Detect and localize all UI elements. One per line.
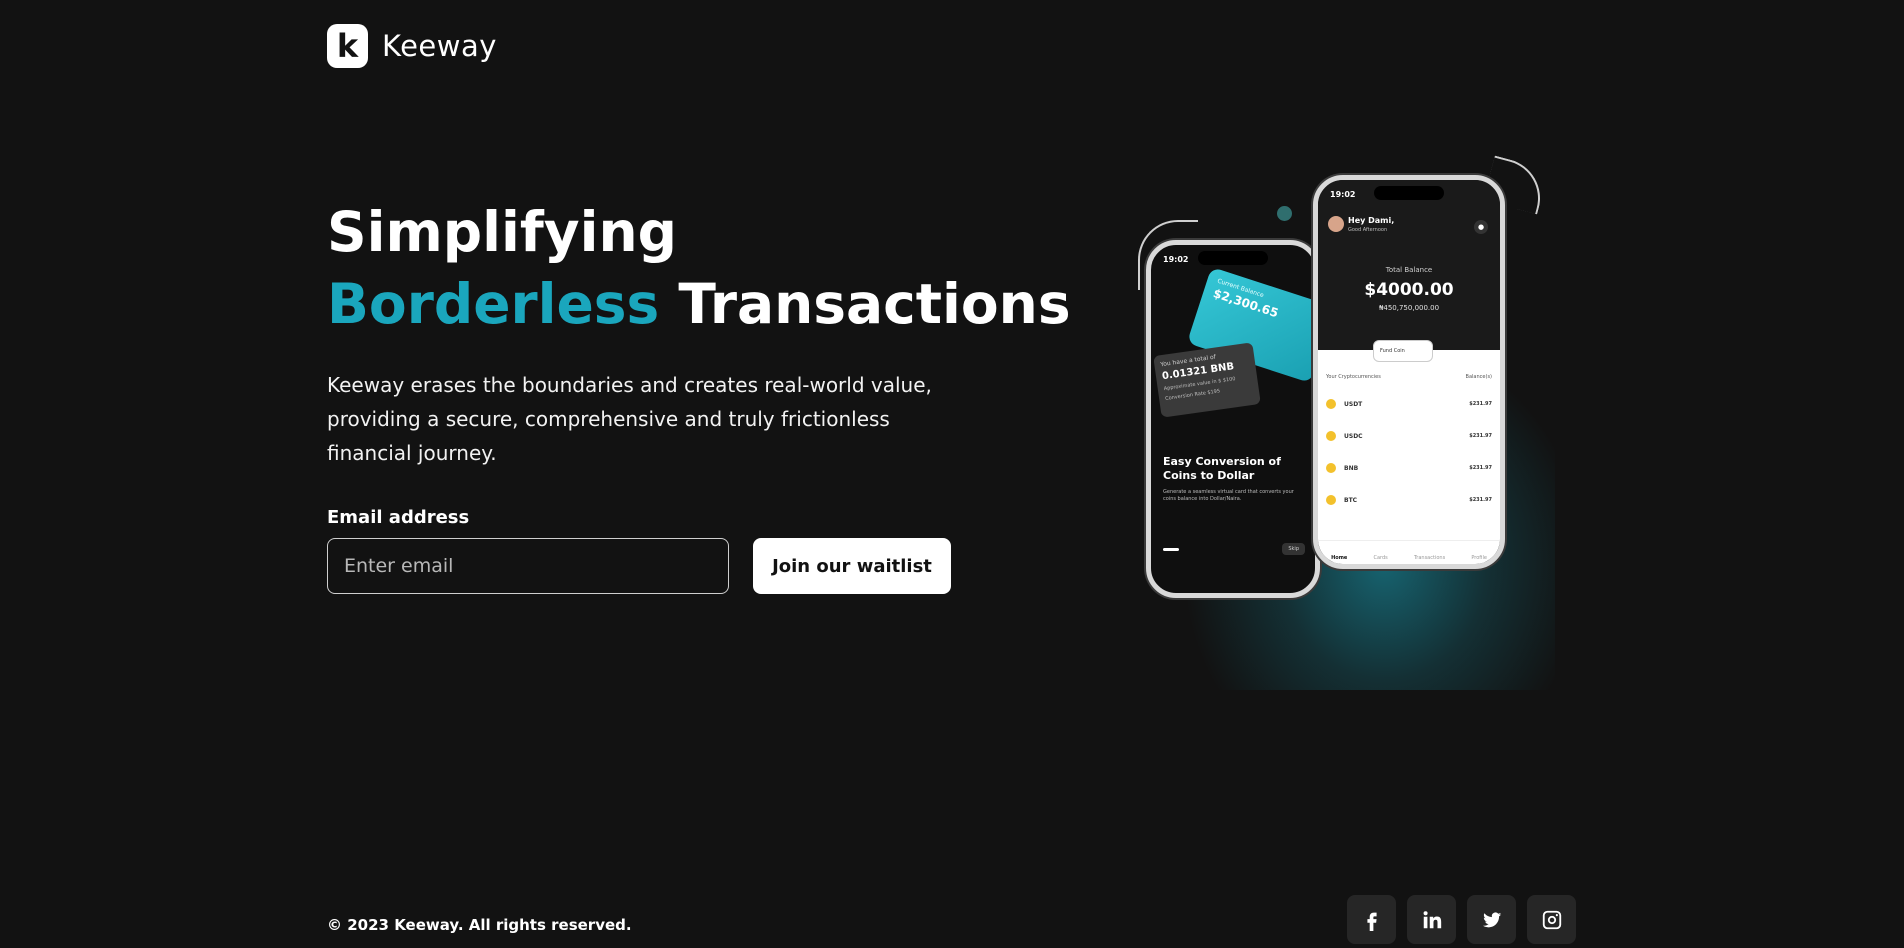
fund-coin-pill: Fund Coin (1373, 340, 1433, 362)
app-tabbar: Home Cards Transactions Profile (1318, 540, 1500, 564)
tab-cards: Cards (1373, 554, 1388, 561)
status-time: 19:02 (1163, 255, 1189, 264)
coin-name: USDT (1344, 400, 1363, 408)
greeting: Hey Dami, (1348, 216, 1395, 225)
tab-transactions: Transactions (1413, 554, 1446, 561)
coin-balance: $231.97 (1469, 433, 1492, 439)
list-item: USDC $231.97 (1326, 422, 1492, 450)
list-item: BTC $231.97 (1326, 486, 1492, 514)
coin-balance: $231.97 (1469, 401, 1492, 407)
coin-name: BTC (1344, 496, 1358, 504)
onboarding-subtext: Generate a seamless virtual card that co… (1163, 489, 1294, 502)
twitter-icon (1482, 911, 1501, 927)
instagram-icon (1542, 910, 1561, 929)
coin-icon (1326, 495, 1336, 505)
social-links (1347, 895, 1576, 944)
phone-notch (1198, 251, 1268, 265)
linkedin-icon (1423, 910, 1441, 928)
hero-description: Keeway erases the boundaries and creates… (327, 373, 932, 465)
coin-balance: $231.97 (1469, 497, 1492, 503)
coin-icon (1326, 463, 1336, 473)
balance-header: 19:02 Hey Dami, Good Afternoon ● Total B… (1318, 180, 1500, 350)
email-input[interactable] (327, 538, 729, 594)
phone-mockup-right: 19:02 Hey Dami, Good Afternoon ● Total B… (1313, 175, 1505, 569)
total-balance-label: Total Balance (1385, 266, 1433, 274)
status-time: 19:02 (1330, 190, 1356, 199)
linkedin-link[interactable] (1407, 895, 1456, 944)
tab-home: Home (1331, 554, 1348, 561)
avatar (1328, 216, 1344, 232)
crypto-list: Your Cryptocurrencies Balance(s) USDT $2… (1318, 350, 1500, 564)
copyright-text: © 2023 Keeway. All rights reserved. (327, 916, 632, 934)
coin-balance: $231.97 (1469, 465, 1492, 471)
tab-profile: Profile (1471, 554, 1487, 561)
bell-icon: ● (1474, 220, 1488, 234)
pagination-dots (1163, 548, 1179, 551)
app-illustration: 19:02 Current Balance $2,300.65 You have… (1120, 150, 1560, 710)
total-balance-value: $4000.00 (1364, 280, 1454, 300)
brand-name: Keeway (382, 29, 497, 63)
list-heading: Your Cryptocurrencies Balance(s) (1326, 374, 1492, 380)
conversion-card: You have a total of 0.01321 BNB Approxim… (1153, 342, 1261, 418)
coin-icon (1326, 399, 1336, 409)
total-balance-ngn: ₦450,750,000.00 (1378, 304, 1440, 312)
list-item: USDT $231.97 (1326, 390, 1492, 418)
list-item: BNB $231.97 (1326, 454, 1492, 482)
coin-icon (1326, 431, 1336, 441)
list-heading-right: Balance(s) (1465, 374, 1492, 380)
logo-mark-icon: k (327, 24, 368, 68)
hero-title-rest: Transactions (678, 272, 1071, 336)
brand-logo[interactable]: k Keeway (327, 24, 497, 68)
facebook-link[interactable] (1347, 895, 1396, 944)
onboarding-headline: Easy Conversion of Coins to Dollar (1163, 455, 1281, 482)
hero-title-accent: Borderless (327, 272, 660, 336)
join-waitlist-button[interactable]: Join our waitlist (753, 538, 951, 594)
coin-name: USDC (1344, 432, 1363, 440)
skip-pill: Skip (1282, 543, 1305, 555)
twitter-link[interactable] (1467, 895, 1516, 944)
greeting-sub: Good Afternoon (1348, 227, 1388, 233)
phone-notch (1374, 186, 1444, 200)
instagram-link[interactable] (1527, 895, 1576, 944)
facebook-icon (1366, 912, 1377, 931)
dot-decoration (1277, 206, 1292, 221)
hero-title-line1: Simplifying (327, 200, 678, 264)
phone-mockup-left: 19:02 Current Balance $2,300.65 You have… (1146, 240, 1320, 598)
coin-name: BNB (1344, 464, 1359, 472)
email-label: Email address (327, 507, 470, 528)
list-heading-left: Your Cryptocurrencies (1326, 374, 1381, 380)
hero-title: Simplifying Borderless Transactions (327, 196, 1071, 340)
